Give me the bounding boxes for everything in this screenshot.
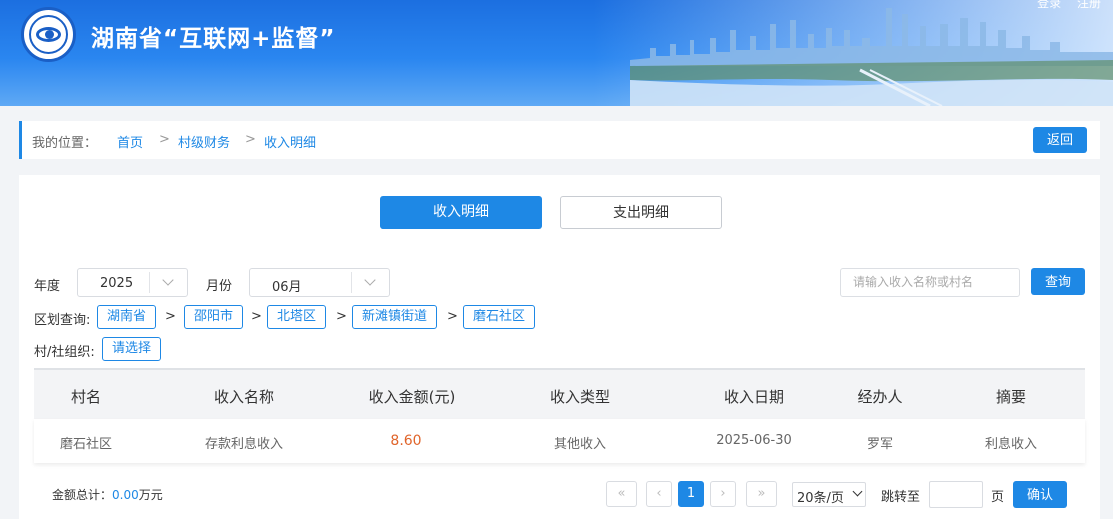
cell-income-date: 2025-06-30 xyxy=(716,433,792,448)
region-separator: > xyxy=(165,309,176,324)
month-select[interactable]: 06月 xyxy=(249,268,390,297)
page-unit-label: 页 xyxy=(991,490,1005,505)
table-header: 村名 收入名称 收入金额(元) 收入类型 收入日期 经办人 摘要 xyxy=(34,368,1085,419)
cell-amount: 8.60 xyxy=(390,433,422,449)
year-label: 年度 xyxy=(34,279,61,294)
region-separator: > xyxy=(336,309,347,324)
chevron-down-icon xyxy=(852,486,863,497)
tab-income-detail[interactable]: 收入明细 xyxy=(380,196,542,229)
jump-label: 跳转至 xyxy=(881,490,921,505)
column-header: 收入名称 xyxy=(213,388,275,406)
prev-page-button[interactable]: ‹ xyxy=(646,481,672,507)
search-input[interactable]: 请输入收入名称或村名 xyxy=(840,268,1020,297)
month-value: 06月 xyxy=(272,280,302,295)
cell-income-type: 其他收入 xyxy=(553,437,607,452)
chevron-down-icon xyxy=(351,272,389,293)
year-value: 2025 xyxy=(100,276,134,291)
total-unit: 万元 xyxy=(138,488,163,502)
register-link[interactable]: 注册 xyxy=(1077,0,1101,10)
region-city[interactable]: 邵阳市 xyxy=(184,305,244,329)
column-header: 收入日期 xyxy=(723,388,785,406)
search-button[interactable]: 查询 xyxy=(1031,268,1085,295)
region-label: 区划查询: xyxy=(34,313,91,328)
breadcrumb-income-detail[interactable]: 收入明细 xyxy=(264,132,316,151)
region-separator: > xyxy=(447,309,458,324)
total-label: 金额总计： xyxy=(52,488,113,502)
confirm-button[interactable]: 确认 xyxy=(1013,481,1067,508)
next-page-button[interactable]: › xyxy=(710,481,736,507)
region-community[interactable]: 磨石社区 xyxy=(463,305,536,329)
breadcrumb-separator: > xyxy=(245,132,256,147)
top-links: 登录 注册 xyxy=(1025,0,1101,11)
per-page-select[interactable]: 20条/页 xyxy=(792,482,866,507)
month-label: 月份 xyxy=(206,279,233,294)
table-row[interactable]: 磨石社区 存款利息收入 8.60 其他收入 2025-06-30 罗军 利息收入 xyxy=(34,419,1085,463)
site-title: 湖南省“互联网+监督” xyxy=(91,26,336,52)
income-table: 村名 收入名称 收入金额(元) 收入类型 收入日期 经办人 摘要 磨石社区 存款… xyxy=(34,368,1085,463)
login-link[interactable]: 登录 xyxy=(1037,0,1061,10)
cell-village: 磨石社区 xyxy=(59,437,113,452)
region-street[interactable]: 新滩镇街道 xyxy=(352,305,438,329)
header-banner: 湖南省“互联网+监督” 登录 注册 xyxy=(0,0,1113,106)
amount-total: 金额总计：0.00万元 xyxy=(52,486,163,503)
breadcrumb-label: 我的位置： xyxy=(32,136,98,151)
region-district[interactable]: 北塔区 xyxy=(267,305,327,329)
cell-income-name: 存款利息收入 xyxy=(204,437,284,452)
city-skyline-image xyxy=(630,8,1113,106)
column-header: 摘要 xyxy=(995,388,1027,406)
org-select-button[interactable]: 请选择 xyxy=(102,337,162,361)
breadcrumb-home[interactable]: 首页 xyxy=(117,132,143,151)
org-label: 村/社组织: xyxy=(34,345,95,360)
cell-handler: 罗军 xyxy=(866,437,894,452)
per-page-value: 20条/页 xyxy=(797,491,844,506)
region-province[interactable]: 湖南省 xyxy=(97,305,157,329)
breadcrumb: 我的位置： 首页 > 村级财务 > 收入明细 返回 xyxy=(19,121,1100,159)
breadcrumb-village-finance[interactable]: 村级财务 xyxy=(178,132,230,151)
main-panel: 收入明细 支出明细 年度 2025 月份 06月 请输入收入名称或村名 查询 区… xyxy=(19,175,1100,519)
breadcrumb-separator: > xyxy=(159,132,170,147)
jump-page-input[interactable] xyxy=(929,481,983,508)
column-header: 收入金额(元) xyxy=(368,388,456,406)
chevron-down-icon xyxy=(149,272,187,293)
page-button-current[interactable]: 1 xyxy=(678,481,704,507)
tab-expense-detail[interactable]: 支出明细 xyxy=(560,196,722,229)
column-header: 收入类型 xyxy=(549,388,611,406)
year-select[interactable]: 2025 xyxy=(77,268,188,297)
column-header: 经办人 xyxy=(857,388,903,406)
first-page-button[interactable]: « xyxy=(606,481,637,507)
cell-summary: 利息收入 xyxy=(984,437,1038,452)
last-page-button[interactable]: » xyxy=(746,481,777,507)
column-header: 村名 xyxy=(70,388,102,406)
total-value: 0.00 xyxy=(112,488,139,502)
back-button[interactable]: 返回 xyxy=(1033,127,1087,153)
site-logo xyxy=(21,7,76,62)
region-separator: > xyxy=(251,309,262,324)
